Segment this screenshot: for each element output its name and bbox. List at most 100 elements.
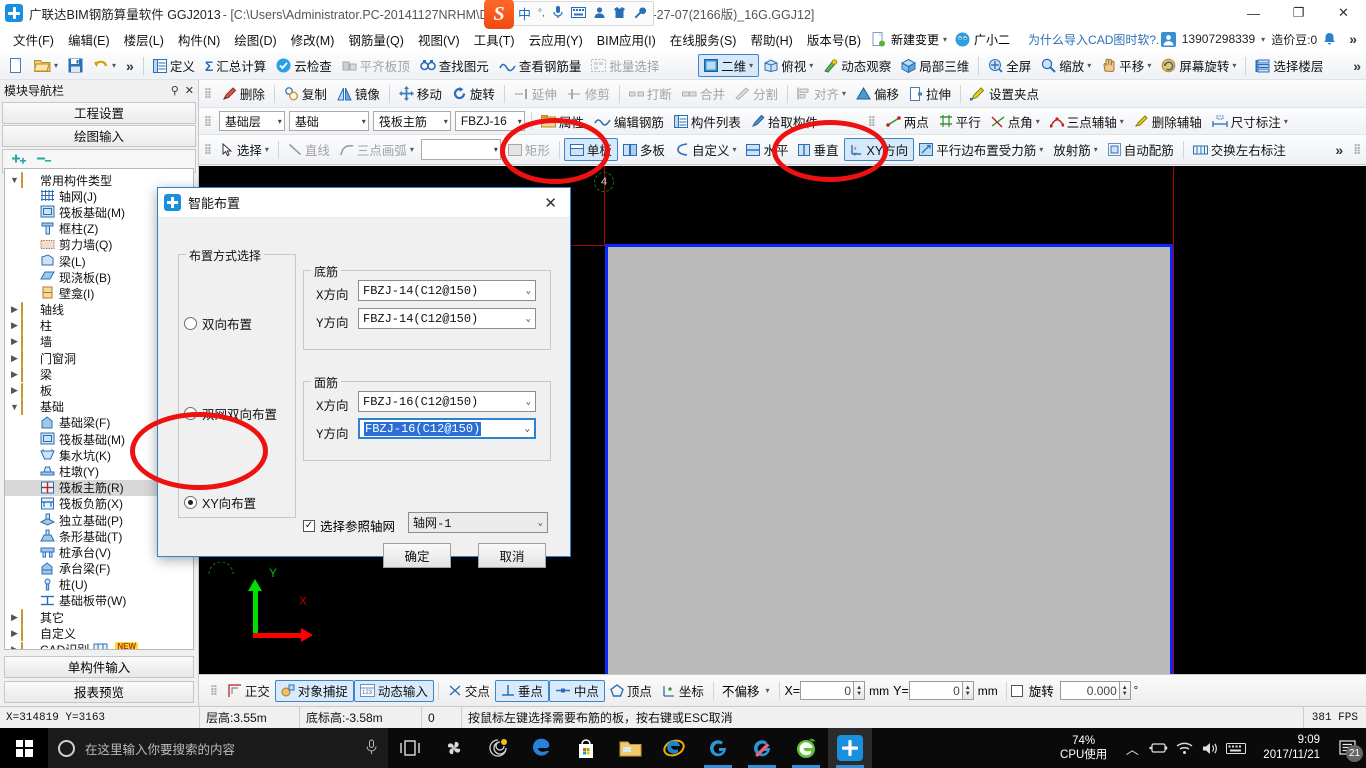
align-button[interactable]: 对齐 ▾ bbox=[792, 82, 851, 105]
wifi-icon[interactable] bbox=[1171, 728, 1197, 768]
menu-modify[interactable]: 修改(M) bbox=[284, 27, 342, 52]
snap-coordinate[interactable]: 坐标 bbox=[657, 680, 709, 702]
optbar-grip[interactable]: ⣿ bbox=[205, 685, 223, 696]
parallel-aux-button[interactable]: 平行 bbox=[934, 110, 986, 133]
member-combo-chevron-icon[interactable]: ▾ bbox=[444, 117, 448, 126]
task-view-icon[interactable] bbox=[388, 728, 432, 768]
top-y-combo[interactable]: FBZJ-16(C12@150) ⌄ bbox=[358, 418, 536, 439]
tree-expand-icon[interactable]: ▶ bbox=[8, 385, 21, 396]
taskbar-search[interactable]: 在这里输入你要搜索的内容 bbox=[48, 728, 388, 768]
toolbar3-grip[interactable]: ⣿ bbox=[199, 116, 217, 127]
top-y-chevron-icon[interactable]: ⌄ bbox=[525, 424, 530, 434]
align-chevron-down-icon[interactable]: ▾ bbox=[842, 89, 846, 98]
edit-rebar-button[interactable]: 编辑钢筋 bbox=[589, 110, 669, 133]
radio-xy-direction-input[interactable] bbox=[184, 496, 197, 509]
report-preview-button[interactable]: 报表预览 bbox=[4, 681, 194, 703]
tab-drawing-input[interactable]: 绘图输入 bbox=[2, 125, 196, 147]
menu-draw[interactable]: 绘图(D) bbox=[227, 27, 283, 52]
assistant-button[interactable]: 广小二 bbox=[951, 31, 1014, 48]
tree-expand-icon[interactable]: ▶ bbox=[8, 612, 21, 623]
bottom-y-combo[interactable]: FBZJ-14(C12@150) ⌄ bbox=[358, 308, 536, 329]
rotate-button[interactable]: 旋转 bbox=[447, 82, 500, 105]
trim-button[interactable]: 修剪 bbox=[562, 82, 615, 105]
dialog-cancel-button[interactable]: 取消 bbox=[478, 543, 546, 568]
top-x-chevron-icon[interactable]: ⌄ bbox=[526, 397, 531, 407]
radial-rebar-button[interactable]: 放射筋 ▾ bbox=[1048, 138, 1103, 161]
chevron-down-icon[interactable]: ▾ bbox=[943, 35, 947, 44]
mirror-button[interactable]: 镜像 bbox=[332, 82, 385, 105]
category-combo-chevron-icon[interactable]: ▾ bbox=[362, 117, 366, 126]
y-offset-input[interactable]: 0 bbox=[908, 681, 963, 700]
tree-item[interactable]: 基础板带(W) bbox=[5, 593, 193, 609]
dimension-button[interactable]: 尺寸标注 ▾ bbox=[1207, 110, 1293, 133]
cloud-check-button[interactable]: 云检查 bbox=[271, 54, 337, 77]
custom-shape-button[interactable]: 自定义 ▾ bbox=[670, 138, 742, 161]
keyboard-tray-icon[interactable] bbox=[1223, 728, 1249, 768]
account-chevron-down-icon[interactable]: ▾ bbox=[1261, 35, 1265, 44]
battery-icon[interactable] bbox=[1145, 728, 1171, 768]
browser-g-red-icon[interactable] bbox=[740, 728, 784, 768]
spiral-notify-icon[interactable] bbox=[476, 728, 520, 768]
vertical-button[interactable]: 垂直 bbox=[793, 138, 843, 161]
raft-slab-element[interactable] bbox=[605, 244, 1173, 674]
three-point-chevron-icon[interactable]: ▾ bbox=[1120, 117, 1124, 126]
bottom-x-combo[interactable]: FBZJ-14(C12@150) ⌄ bbox=[358, 280, 536, 301]
panel-close-icon[interactable]: ✕ bbox=[185, 84, 194, 97]
y-offset-spinner[interactable]: ▲ ▼ bbox=[962, 681, 974, 700]
toolbar4-overflow[interactable]: » bbox=[1330, 142, 1348, 158]
menu-bim-app[interactable]: BIM应用(I) bbox=[590, 27, 663, 52]
summary-calc-button[interactable]: Σ 汇总计算 bbox=[200, 54, 271, 77]
rotate-spinner[interactable]: ▲ ▼ bbox=[1119, 681, 1131, 700]
undo-button[interactable]: ▾ bbox=[88, 54, 121, 77]
custom-chevron-down-icon[interactable]: ▾ bbox=[732, 145, 736, 154]
tree-expand-icon[interactable]: ▶ bbox=[8, 336, 21, 347]
member-list-button[interactable]: 构件列表 bbox=[669, 110, 746, 133]
fan-icon[interactable] bbox=[432, 728, 476, 768]
bell-icon[interactable] bbox=[1323, 32, 1338, 47]
select-floor-button[interactable]: 选择楼层 bbox=[1250, 54, 1328, 77]
ad-link[interactable]: 为什么导入CAD图时软?. bbox=[1028, 31, 1159, 48]
tree-expand-icon[interactable]: ▶ bbox=[8, 628, 21, 639]
three-point-arc-button[interactable]: 三点画弧 ▾ bbox=[335, 138, 419, 161]
expand-all-icon[interactable] bbox=[10, 153, 28, 170]
move-button[interactable]: 移动 bbox=[394, 82, 447, 105]
radio-xy-direction[interactable]: XY向布置 bbox=[184, 493, 256, 512]
menu-floor[interactable]: 楼层(L) bbox=[117, 27, 171, 52]
bottom-x-chevron-icon[interactable]: ⌄ bbox=[526, 286, 531, 296]
2d-view-button[interactable]: 二维 ▾ bbox=[698, 54, 760, 77]
batch-select-button[interactable]: 批量选择 bbox=[586, 54, 664, 77]
menu-tools[interactable]: 工具(T) bbox=[467, 27, 522, 52]
tree-item[interactable]: ▶ 其它 bbox=[5, 609, 193, 626]
tree-collapse-icon[interactable]: ▼ bbox=[8, 175, 21, 185]
tree-expand-icon[interactable]: ▶ bbox=[8, 353, 21, 364]
top-x-combo[interactable]: FBZJ-16(C12@150) ⌄ bbox=[358, 391, 536, 412]
find-element-button[interactable]: 查找图元 bbox=[415, 54, 494, 77]
point-angle-chevron-icon[interactable]: ▾ bbox=[1036, 117, 1040, 126]
dynamic-input-toggle[interactable]: 123 动态输入 bbox=[353, 679, 434, 702]
two-point-aux-button[interactable]: 两点 bbox=[881, 110, 934, 133]
notification-center-button[interactable]: 21 bbox=[1330, 728, 1366, 768]
parallel-edge-rebar-button[interactable]: 平行边布置受力筋 ▾ bbox=[914, 138, 1048, 161]
radio-bidirectional-input[interactable] bbox=[184, 317, 197, 330]
define-button[interactable]: 定义 bbox=[148, 54, 200, 77]
xy-direction-button[interactable]: xy XY方向 bbox=[843, 138, 915, 161]
pan-chevron-down-icon[interactable]: ▾ bbox=[1147, 61, 1151, 70]
style-combo-chevron-icon[interactable]: ▾ bbox=[494, 145, 498, 154]
wrench-icon[interactable] bbox=[633, 6, 646, 22]
radial-chevron-down-icon[interactable]: ▾ bbox=[1094, 145, 1098, 154]
tree-item[interactable]: ▶ 自定义 bbox=[5, 625, 193, 642]
close-button[interactable]: ✕ bbox=[1321, 0, 1366, 26]
top-view-button[interactable]: 俯视 ▾ bbox=[759, 54, 818, 77]
rotate-chevron-down-icon[interactable]: ▾ bbox=[1232, 61, 1236, 70]
x-offset-input[interactable]: 0 bbox=[800, 681, 855, 700]
fullscreen-button[interactable]: 全屏 bbox=[983, 54, 1036, 77]
offset-mode-chevron-icon[interactable]: ▾ bbox=[765, 686, 769, 695]
break-button[interactable]: 打断 bbox=[624, 82, 677, 105]
floor-combo[interactable]: 基础层 ▾ bbox=[218, 111, 285, 131]
stretch-button[interactable]: 拉伸 bbox=[904, 82, 956, 105]
parallel-edge-chevron-icon[interactable]: ▾ bbox=[1039, 145, 1043, 154]
taskbar-clock[interactable]: 9:09 2017/11/21 bbox=[1249, 733, 1330, 763]
rectangle-tool-button[interactable]: 矩形 bbox=[503, 138, 555, 161]
menu-overflow-button[interactable]: » bbox=[1344, 31, 1362, 47]
arc-chevron-down-icon[interactable]: ▾ bbox=[410, 145, 414, 154]
